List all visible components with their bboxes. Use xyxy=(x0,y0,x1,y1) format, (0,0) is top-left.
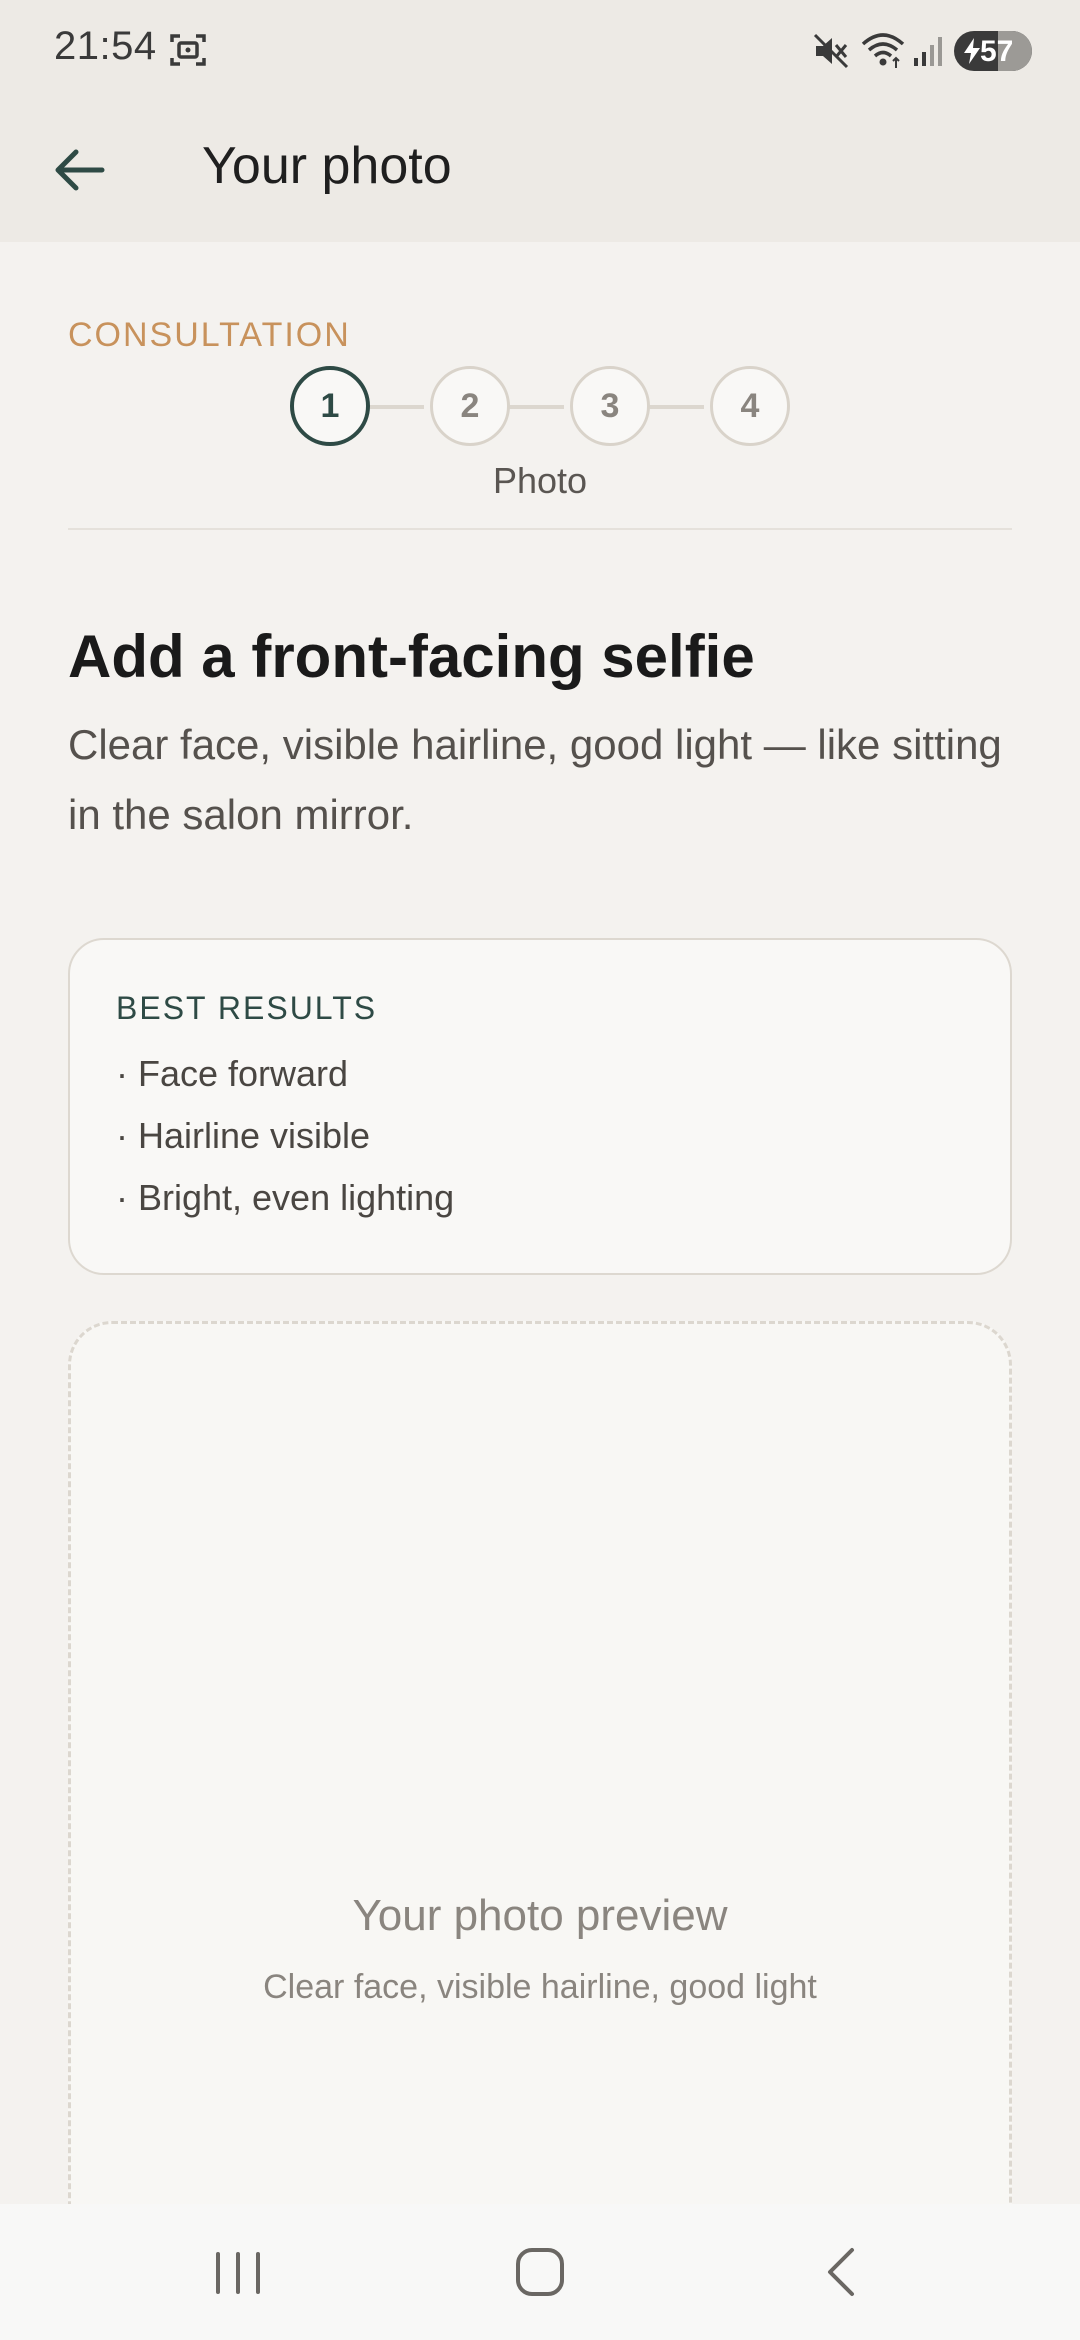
tips-list: · Face forward · Hairline visible · Brig… xyxy=(116,1052,454,1238)
step-2: 2 xyxy=(430,366,510,446)
subtext: Clear face, visible hairline, good light… xyxy=(68,721,1002,838)
battery-percent: 57 xyxy=(980,35,1014,68)
status-time: 21:54 xyxy=(54,24,157,68)
status-bar: 21:54 57 xyxy=(0,0,1080,100)
mute-icon xyxy=(813,33,849,69)
wifi-icon xyxy=(861,33,905,68)
home-icon[interactable] xyxy=(514,2246,566,2298)
best-results-card: BEST RESULTS · Face forward · Hairline v… xyxy=(68,938,1012,1275)
step-connector xyxy=(368,405,424,409)
consultation-label: CONSULTATION xyxy=(68,316,351,354)
app-bar: Your photo xyxy=(0,100,1080,242)
screen: 21:54 57 Your photo CONSULTATION 1 2 3 4… xyxy=(0,0,1080,2340)
step-connector xyxy=(508,405,564,409)
current-step-caption: Photo xyxy=(492,460,588,501)
step-indicator: 1 2 3 4 xyxy=(288,366,790,446)
signal-icon xyxy=(914,37,942,66)
back-icon[interactable] xyxy=(818,2244,868,2300)
screenshot-icon xyxy=(170,34,206,66)
battery-charging-icon: 57 xyxy=(954,31,1032,71)
system-nav-bar xyxy=(0,2204,1080,2340)
headline: Add a front-facing selfie xyxy=(68,623,755,690)
list-item: · Hairline visible xyxy=(116,1115,371,1156)
arrow-left-icon xyxy=(55,149,105,191)
photo-preview-area[interactable]: Your photo preview Clear face, visible h… xyxy=(68,1321,1012,2340)
preview-title: Your photo preview xyxy=(352,1891,728,1940)
list-item: · Face forward xyxy=(116,1053,349,1094)
page-title: Your photo xyxy=(202,137,452,195)
step-1: 1 xyxy=(290,366,370,446)
best-results-title: BEST RESULTS xyxy=(116,990,378,1026)
list-item: · Bright, even lighting xyxy=(116,1177,455,1218)
preview-subtitle: Clear face, visible hairline, good light xyxy=(263,1968,817,2006)
divider xyxy=(68,528,1012,530)
step-connector xyxy=(648,405,704,409)
back-button[interactable] xyxy=(44,134,116,206)
step-3: 3 xyxy=(570,366,650,446)
recents-icon[interactable] xyxy=(210,2248,266,2298)
step-4: 4 xyxy=(710,366,790,446)
